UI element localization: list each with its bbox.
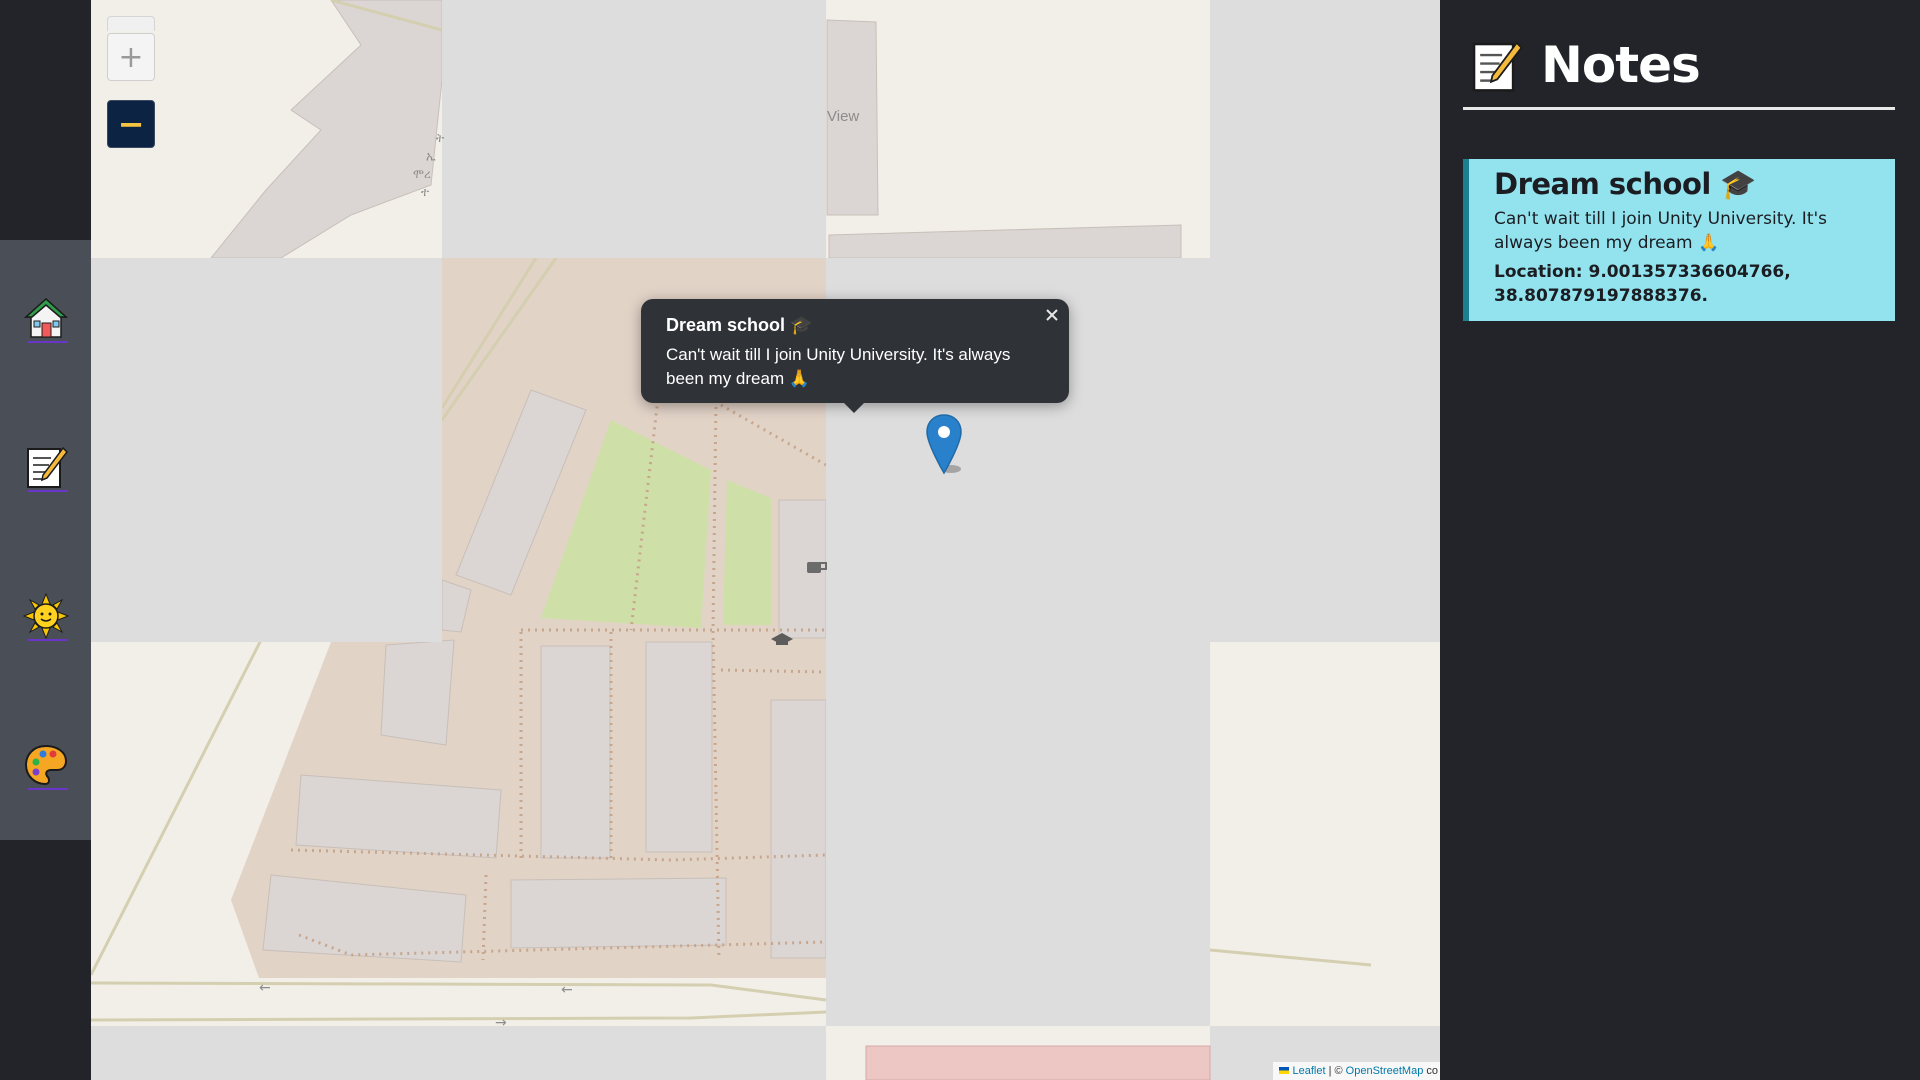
map[interactable]: ← ← → ት ኢ ሞረ ተ View + − Dream school 🎓 C… bbox=[91, 0, 1440, 1080]
house-icon bbox=[24, 297, 68, 338]
oneway-arrow-icon: ← bbox=[561, 982, 573, 998]
building bbox=[770, 699, 827, 959]
sidebar bbox=[0, 0, 91, 1080]
nav-underline bbox=[28, 788, 68, 790]
unloaded-tile bbox=[91, 1026, 826, 1080]
building bbox=[510, 877, 727, 949]
green-area bbox=[723, 480, 771, 625]
sidebar-item-theme[interactable] bbox=[20, 739, 72, 791]
place-label: View bbox=[827, 108, 860, 125]
building bbox=[295, 774, 502, 859]
map-marker-icon[interactable] bbox=[925, 413, 963, 475]
map-tile bbox=[826, 0, 1210, 258]
oneway-arrow-icon: → bbox=[495, 1015, 507, 1031]
note-title: Dream school 🎓 bbox=[1494, 167, 1757, 201]
sidebar-item-notes[interactable] bbox=[20, 441, 72, 493]
svg-text:ሞረ: ሞረ bbox=[413, 167, 431, 181]
sun-icon bbox=[23, 593, 69, 639]
close-icon[interactable] bbox=[1043, 306, 1061, 324]
memo-icon bbox=[1472, 41, 1523, 92]
attribution-separator: | © bbox=[1325, 1065, 1346, 1077]
popup-body: Can't wait till I join Unity University.… bbox=[666, 345, 1011, 388]
unloaded-tile bbox=[91, 258, 442, 642]
popup-tip bbox=[842, 401, 866, 413]
map-tile bbox=[1210, 642, 1440, 1026]
zoom-in-button[interactable]: + bbox=[107, 33, 155, 81]
svg-text:ተ: ተ bbox=[421, 185, 429, 199]
leaflet-link[interactable]: Leaflet bbox=[1292, 1065, 1325, 1077]
sidebar-nav bbox=[0, 240, 91, 840]
zoom-out-button[interactable]: − bbox=[107, 100, 155, 148]
divider bbox=[1463, 107, 1895, 110]
building bbox=[540, 645, 611, 859]
popup-title: Dream school 🎓 bbox=[666, 315, 813, 335]
memo-icon bbox=[27, 446, 68, 488]
nav-underline bbox=[28, 490, 68, 492]
unloaded-tile bbox=[442, 0, 826, 258]
map-attribution: Leaflet | © OpenStreetMap co bbox=[1273, 1062, 1440, 1080]
page-title: Notes bbox=[1541, 36, 1701, 94]
svg-text:ት: ት bbox=[436, 131, 444, 145]
note-location: Location: 9.001357336604766, 38.80787919… bbox=[1494, 262, 1791, 306]
marker-popup: Dream school 🎓 Can't wait till I join Un… bbox=[641, 299, 1069, 413]
zoom-control: + − bbox=[107, 16, 155, 148]
nav-underline bbox=[28, 341, 68, 343]
svg-text:ኢ: ኢ bbox=[426, 149, 436, 163]
building bbox=[645, 641, 713, 853]
note-body: Can't wait till I join Unity University.… bbox=[1494, 209, 1828, 253]
palette-icon bbox=[24, 744, 68, 786]
map-tiles: ← ← → ት ኢ ሞረ ተ bbox=[91, 0, 1440, 1080]
attribution-suffix: co bbox=[1423, 1065, 1438, 1077]
openstreetmap-link[interactable]: OpenStreetMap bbox=[1346, 1065, 1424, 1077]
notes-header: Notes bbox=[1464, 34, 1896, 100]
sidebar-item-home[interactable] bbox=[20, 292, 72, 344]
ukraine-flag-icon bbox=[1279, 1067, 1290, 1074]
nav-underline bbox=[28, 639, 68, 641]
notes-panel: Notes Dream school 🎓 Can't wait till I j… bbox=[1440, 0, 1920, 1080]
building bbox=[865, 1045, 1211, 1080]
note-card[interactable]: Dream school 🎓 Can't wait till I join Un… bbox=[1463, 159, 1895, 321]
sidebar-item-weather[interactable] bbox=[20, 590, 72, 642]
building bbox=[380, 639, 455, 746]
zoom-control-edge bbox=[107, 16, 155, 31]
unloaded-tile bbox=[826, 642, 1210, 1026]
unloaded-tile bbox=[1210, 0, 1440, 258]
oneway-arrow-icon: ← bbox=[259, 980, 271, 996]
